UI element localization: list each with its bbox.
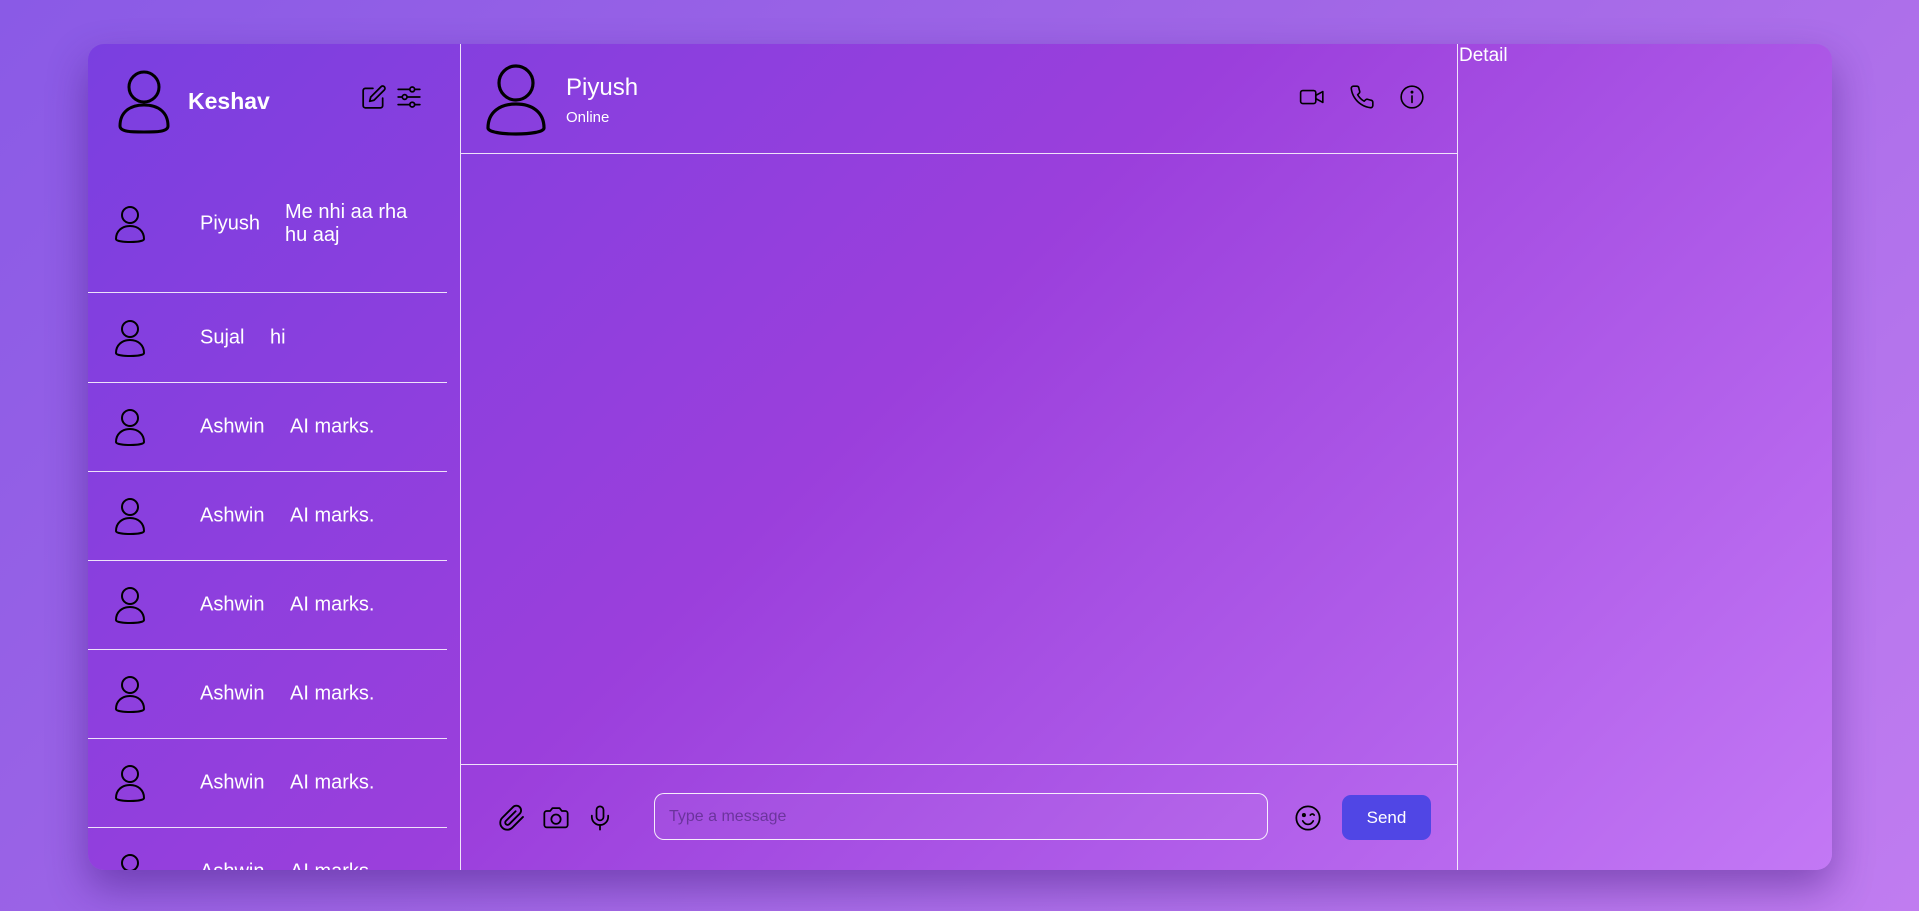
chat-list-item[interactable]: Ashwin AI marks. — [88, 383, 447, 472]
contact-name: Piyush — [200, 212, 261, 234]
contact-name: Ashwin — [200, 504, 265, 527]
video-icon[interactable] — [1299, 84, 1325, 110]
last-message: AI marks. — [290, 504, 375, 527]
message-input[interactable] — [654, 793, 1268, 840]
user-avatar-icon — [118, 70, 170, 134]
last-message: AI marks. — [290, 682, 375, 705]
detail-title: Detail — [1459, 45, 1508, 66]
contact-avatar-icon — [114, 676, 146, 713]
user-info: Keshav — [88, 44, 460, 156]
chat-list-item[interactable]: Ashwin AI marks. — [88, 739, 447, 828]
chat-header: Piyush Online — [461, 44, 1457, 154]
phone-icon[interactable] — [1349, 84, 1375, 110]
message-area — [461, 154, 1457, 764]
contact-avatar-icon — [114, 409, 146, 446]
last-message: Me nhi aa rha hu aaj — [285, 200, 408, 246]
user-name: Keshav — [188, 88, 270, 114]
contact-avatar-icon — [121, 854, 139, 870]
contact-name: Sujal — [200, 326, 245, 349]
send-button[interactable]: Send — [1342, 795, 1431, 840]
last-message: AI marks. — [290, 771, 375, 794]
detail-panel: Detail — [1458, 44, 1832, 870]
contact-avatar-icon — [114, 498, 146, 535]
chat-panel: Piyush Online Type a message Send — [461, 44, 1458, 870]
contact-name: Ashwin — [200, 861, 264, 871]
sidebar: Keshav Piyush Me nhi aa rha hu aaj Sujal… — [88, 44, 461, 870]
edit-icon[interactable] — [361, 84, 387, 110]
chat-list-item[interactable]: Ashwin AI marks. — [88, 828, 447, 870]
contact-name: Ashwin — [200, 771, 265, 794]
contact-avatar-icon — [114, 587, 146, 624]
chat-list-item[interactable]: Sujal hi — [88, 294, 447, 383]
contact-name: Ashwin — [200, 593, 265, 616]
camera-icon[interactable] — [542, 804, 570, 832]
attachment-icon[interactable] — [498, 804, 526, 832]
last-message: AI marks. — [290, 861, 374, 871]
chat-list-item[interactable]: Ashwin AI marks. — [88, 472, 447, 561]
chat-list-item[interactable]: Ashwin AI marks. — [88, 650, 447, 739]
microphone-icon[interactable] — [586, 804, 614, 832]
chat-list: Piyush Me nhi aa rha hu aaj Sujal hi Ash… — [88, 156, 447, 870]
last-message: AI marks. — [290, 593, 375, 616]
contact-name: Ashwin — [200, 415, 265, 438]
last-message: AI marks. — [290, 415, 375, 438]
contact-name: Ashwin — [200, 682, 265, 705]
chat-list-item[interactable]: Piyush Me nhi aa rha hu aaj — [88, 155, 447, 293]
chat-contact-status: Online — [566, 109, 610, 126]
chat-list-item[interactable]: Ashwin AI marks. — [88, 561, 447, 650]
chat-app-window: Keshav Piyush Me nhi aa rha hu aaj Sujal… — [88, 44, 1832, 870]
filter-icon[interactable] — [396, 84, 422, 110]
contact-avatar-icon — [114, 320, 146, 357]
contact-avatar-icon — [486, 64, 546, 136]
last-message: hi — [270, 326, 286, 349]
message-composer: Send — [461, 764, 1457, 870]
info-icon[interactable] — [1399, 84, 1425, 110]
emoji-icon[interactable] — [1294, 804, 1322, 832]
chat-contact-name: Piyush — [566, 74, 639, 101]
contact-avatar-icon — [114, 205, 146, 243]
contact-avatar-icon — [114, 765, 146, 802]
